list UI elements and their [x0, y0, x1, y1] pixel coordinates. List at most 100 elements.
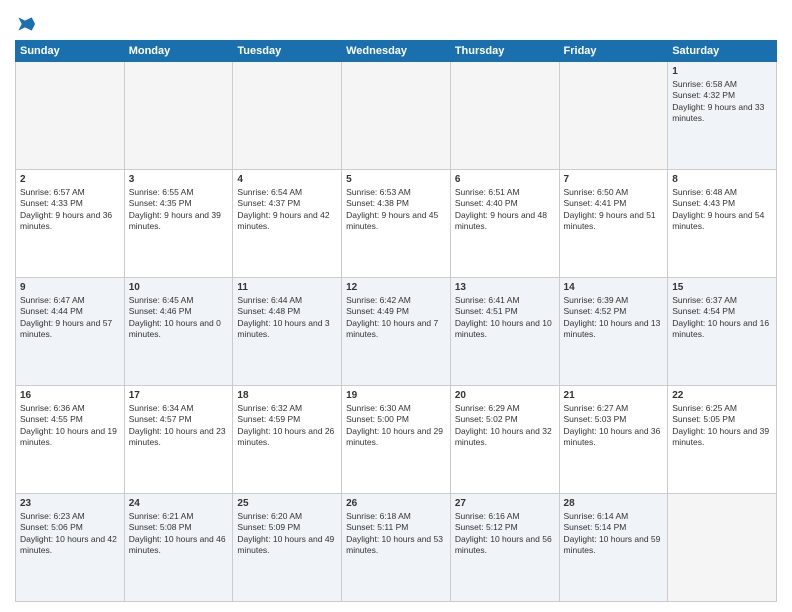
- col-header-saturday: Saturday: [668, 41, 777, 62]
- calendar-cell: 11Sunrise: 6:44 AM Sunset: 4:48 PM Dayli…: [233, 278, 342, 386]
- day-info: Sunrise: 6:14 AM Sunset: 5:14 PM Dayligh…: [564, 511, 664, 557]
- day-info: Sunrise: 6:39 AM Sunset: 4:52 PM Dayligh…: [564, 295, 664, 341]
- calendar-table: SundayMondayTuesdayWednesdayThursdayFrid…: [15, 40, 777, 602]
- calendar-cell: 15Sunrise: 6:37 AM Sunset: 4:54 PM Dayli…: [668, 278, 777, 386]
- day-info: Sunrise: 6:44 AM Sunset: 4:48 PM Dayligh…: [237, 295, 337, 341]
- day-info: Sunrise: 6:53 AM Sunset: 4:38 PM Dayligh…: [346, 187, 446, 233]
- calendar-cell: 25Sunrise: 6:20 AM Sunset: 5:09 PM Dayli…: [233, 494, 342, 602]
- day-info: Sunrise: 6:16 AM Sunset: 5:12 PM Dayligh…: [455, 511, 555, 557]
- day-info: Sunrise: 6:36 AM Sunset: 4:55 PM Dayligh…: [20, 403, 120, 449]
- calendar-cell: 22Sunrise: 6:25 AM Sunset: 5:05 PM Dayli…: [668, 386, 777, 494]
- col-header-friday: Friday: [559, 41, 668, 62]
- day-info: Sunrise: 6:57 AM Sunset: 4:33 PM Dayligh…: [20, 187, 120, 233]
- calendar-cell: [668, 494, 777, 602]
- col-header-sunday: Sunday: [16, 41, 125, 62]
- day-number: 6: [455, 173, 555, 186]
- day-info: Sunrise: 6:29 AM Sunset: 5:02 PM Dayligh…: [455, 403, 555, 449]
- calendar-cell: [342, 62, 451, 170]
- page: SundayMondayTuesdayWednesdayThursdayFrid…: [0, 0, 792, 612]
- day-info: Sunrise: 6:41 AM Sunset: 4:51 PM Dayligh…: [455, 295, 555, 341]
- calendar-cell: 3Sunrise: 6:55 AM Sunset: 4:35 PM Daylig…: [124, 170, 233, 278]
- calendar-cell: 5Sunrise: 6:53 AM Sunset: 4:38 PM Daylig…: [342, 170, 451, 278]
- calendar-cell: 21Sunrise: 6:27 AM Sunset: 5:03 PM Dayli…: [559, 386, 668, 494]
- logo-icon: [15, 14, 35, 34]
- day-number: 19: [346, 389, 446, 402]
- calendar-cell: 6Sunrise: 6:51 AM Sunset: 4:40 PM Daylig…: [450, 170, 559, 278]
- calendar-cell: 8Sunrise: 6:48 AM Sunset: 4:43 PM Daylig…: [668, 170, 777, 278]
- day-info: Sunrise: 6:18 AM Sunset: 5:11 PM Dayligh…: [346, 511, 446, 557]
- day-number: 21: [564, 389, 664, 402]
- day-info: Sunrise: 6:58 AM Sunset: 4:32 PM Dayligh…: [672, 79, 772, 125]
- day-number: 10: [129, 281, 229, 294]
- calendar-cell: 28Sunrise: 6:14 AM Sunset: 5:14 PM Dayli…: [559, 494, 668, 602]
- calendar-cell: 27Sunrise: 6:16 AM Sunset: 5:12 PM Dayli…: [450, 494, 559, 602]
- day-info: Sunrise: 6:20 AM Sunset: 5:09 PM Dayligh…: [237, 511, 337, 557]
- day-number: 13: [455, 281, 555, 294]
- day-info: Sunrise: 6:21 AM Sunset: 5:08 PM Dayligh…: [129, 511, 229, 557]
- day-info: Sunrise: 6:48 AM Sunset: 4:43 PM Dayligh…: [672, 187, 772, 233]
- col-header-monday: Monday: [124, 41, 233, 62]
- day-info: Sunrise: 6:51 AM Sunset: 4:40 PM Dayligh…: [455, 187, 555, 233]
- day-info: Sunrise: 6:55 AM Sunset: 4:35 PM Dayligh…: [129, 187, 229, 233]
- day-number: 16: [20, 389, 120, 402]
- day-number: 26: [346, 497, 446, 510]
- day-info: Sunrise: 6:23 AM Sunset: 5:06 PM Dayligh…: [20, 511, 120, 557]
- calendar-cell: 23Sunrise: 6:23 AM Sunset: 5:06 PM Dayli…: [16, 494, 125, 602]
- day-number: 18: [237, 389, 337, 402]
- calendar-cell: 7Sunrise: 6:50 AM Sunset: 4:41 PM Daylig…: [559, 170, 668, 278]
- calendar-cell: [233, 62, 342, 170]
- day-info: Sunrise: 6:50 AM Sunset: 4:41 PM Dayligh…: [564, 187, 664, 233]
- calendar-cell: [450, 62, 559, 170]
- calendar-cell: 9Sunrise: 6:47 AM Sunset: 4:44 PM Daylig…: [16, 278, 125, 386]
- calendar-week-3: 9Sunrise: 6:47 AM Sunset: 4:44 PM Daylig…: [16, 278, 777, 386]
- calendar-week-4: 16Sunrise: 6:36 AM Sunset: 4:55 PM Dayli…: [16, 386, 777, 494]
- calendar-cell: 20Sunrise: 6:29 AM Sunset: 5:02 PM Dayli…: [450, 386, 559, 494]
- calendar-cell: 19Sunrise: 6:30 AM Sunset: 5:00 PM Dayli…: [342, 386, 451, 494]
- day-info: Sunrise: 6:30 AM Sunset: 5:00 PM Dayligh…: [346, 403, 446, 449]
- day-number: 4: [237, 173, 337, 186]
- day-number: 12: [346, 281, 446, 294]
- day-number: 1: [672, 65, 772, 78]
- day-number: 14: [564, 281, 664, 294]
- day-info: Sunrise: 6:45 AM Sunset: 4:46 PM Dayligh…: [129, 295, 229, 341]
- day-number: 23: [20, 497, 120, 510]
- calendar-cell: [16, 62, 125, 170]
- calendar-cell: 4Sunrise: 6:54 AM Sunset: 4:37 PM Daylig…: [233, 170, 342, 278]
- day-number: 3: [129, 173, 229, 186]
- day-number: 24: [129, 497, 229, 510]
- calendar-week-1: 1Sunrise: 6:58 AM Sunset: 4:32 PM Daylig…: [16, 62, 777, 170]
- day-number: 28: [564, 497, 664, 510]
- day-number: 20: [455, 389, 555, 402]
- calendar-cell: 24Sunrise: 6:21 AM Sunset: 5:08 PM Dayli…: [124, 494, 233, 602]
- col-header-tuesday: Tuesday: [233, 41, 342, 62]
- calendar-cell: 13Sunrise: 6:41 AM Sunset: 4:51 PM Dayli…: [450, 278, 559, 386]
- calendar-week-5: 23Sunrise: 6:23 AM Sunset: 5:06 PM Dayli…: [16, 494, 777, 602]
- calendar-cell: [559, 62, 668, 170]
- day-info: Sunrise: 6:25 AM Sunset: 5:05 PM Dayligh…: [672, 403, 772, 449]
- day-info: Sunrise: 6:37 AM Sunset: 4:54 PM Dayligh…: [672, 295, 772, 341]
- day-info: Sunrise: 6:47 AM Sunset: 4:44 PM Dayligh…: [20, 295, 120, 341]
- day-number: 22: [672, 389, 772, 402]
- calendar-cell: 16Sunrise: 6:36 AM Sunset: 4:55 PM Dayli…: [16, 386, 125, 494]
- calendar-cell: 2Sunrise: 6:57 AM Sunset: 4:33 PM Daylig…: [16, 170, 125, 278]
- calendar-cell: [124, 62, 233, 170]
- day-number: 25: [237, 497, 337, 510]
- calendar-header-row: SundayMondayTuesdayWednesdayThursdayFrid…: [16, 41, 777, 62]
- day-number: 5: [346, 173, 446, 186]
- calendar-cell: 17Sunrise: 6:34 AM Sunset: 4:57 PM Dayli…: [124, 386, 233, 494]
- calendar-cell: 14Sunrise: 6:39 AM Sunset: 4:52 PM Dayli…: [559, 278, 668, 386]
- calendar-week-2: 2Sunrise: 6:57 AM Sunset: 4:33 PM Daylig…: [16, 170, 777, 278]
- day-number: 9: [20, 281, 120, 294]
- day-info: Sunrise: 6:27 AM Sunset: 5:03 PM Dayligh…: [564, 403, 664, 449]
- calendar-cell: 1Sunrise: 6:58 AM Sunset: 4:32 PM Daylig…: [668, 62, 777, 170]
- day-number: 17: [129, 389, 229, 402]
- calendar-cell: 10Sunrise: 6:45 AM Sunset: 4:46 PM Dayli…: [124, 278, 233, 386]
- day-number: 8: [672, 173, 772, 186]
- calendar-cell: 26Sunrise: 6:18 AM Sunset: 5:11 PM Dayli…: [342, 494, 451, 602]
- day-info: Sunrise: 6:32 AM Sunset: 4:59 PM Dayligh…: [237, 403, 337, 449]
- day-number: 15: [672, 281, 772, 294]
- day-number: 2: [20, 173, 120, 186]
- day-number: 11: [237, 281, 337, 294]
- day-number: 27: [455, 497, 555, 510]
- day-info: Sunrise: 6:34 AM Sunset: 4:57 PM Dayligh…: [129, 403, 229, 449]
